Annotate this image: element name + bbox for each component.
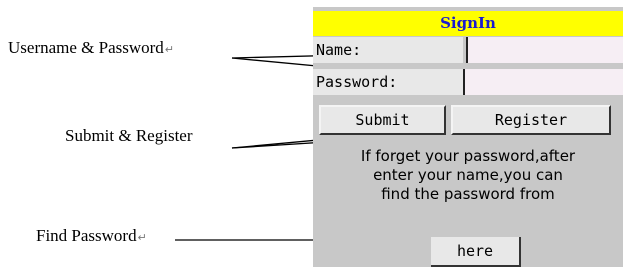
return-mark-icon: ↵ [164, 44, 175, 56]
callout-username-password-text: Username & Password [8, 38, 164, 57]
callout-find-password-text: Find Password [36, 226, 137, 245]
submit-button[interactable]: Submit [319, 105, 446, 135]
password-label: Password: [313, 69, 463, 95]
help-line: If forget your password,after [360, 147, 576, 165]
name-input[interactable] [466, 37, 623, 63]
forgot-password-help: If forget your password,after enter your… [313, 147, 623, 204]
here-link-button[interactable]: here [431, 237, 521, 267]
callout-submit-register: Submit & Register [65, 126, 193, 145]
callout-username-password: Username & Password↵ [8, 38, 174, 58]
return-mark-icon: ↵ [137, 232, 147, 244]
callout-find-password: Find Password↵ [36, 226, 147, 246]
help-line: find the password from [381, 185, 555, 203]
password-input[interactable] [463, 69, 623, 95]
signin-panel: SignIn Name: Password: Submit Register I… [313, 7, 623, 267]
signin-title: SignIn [313, 11, 623, 36]
help-line: enter your name,you can [373, 166, 563, 184]
name-label: Name: [313, 37, 463, 63]
register-button[interactable]: Register [451, 105, 611, 135]
